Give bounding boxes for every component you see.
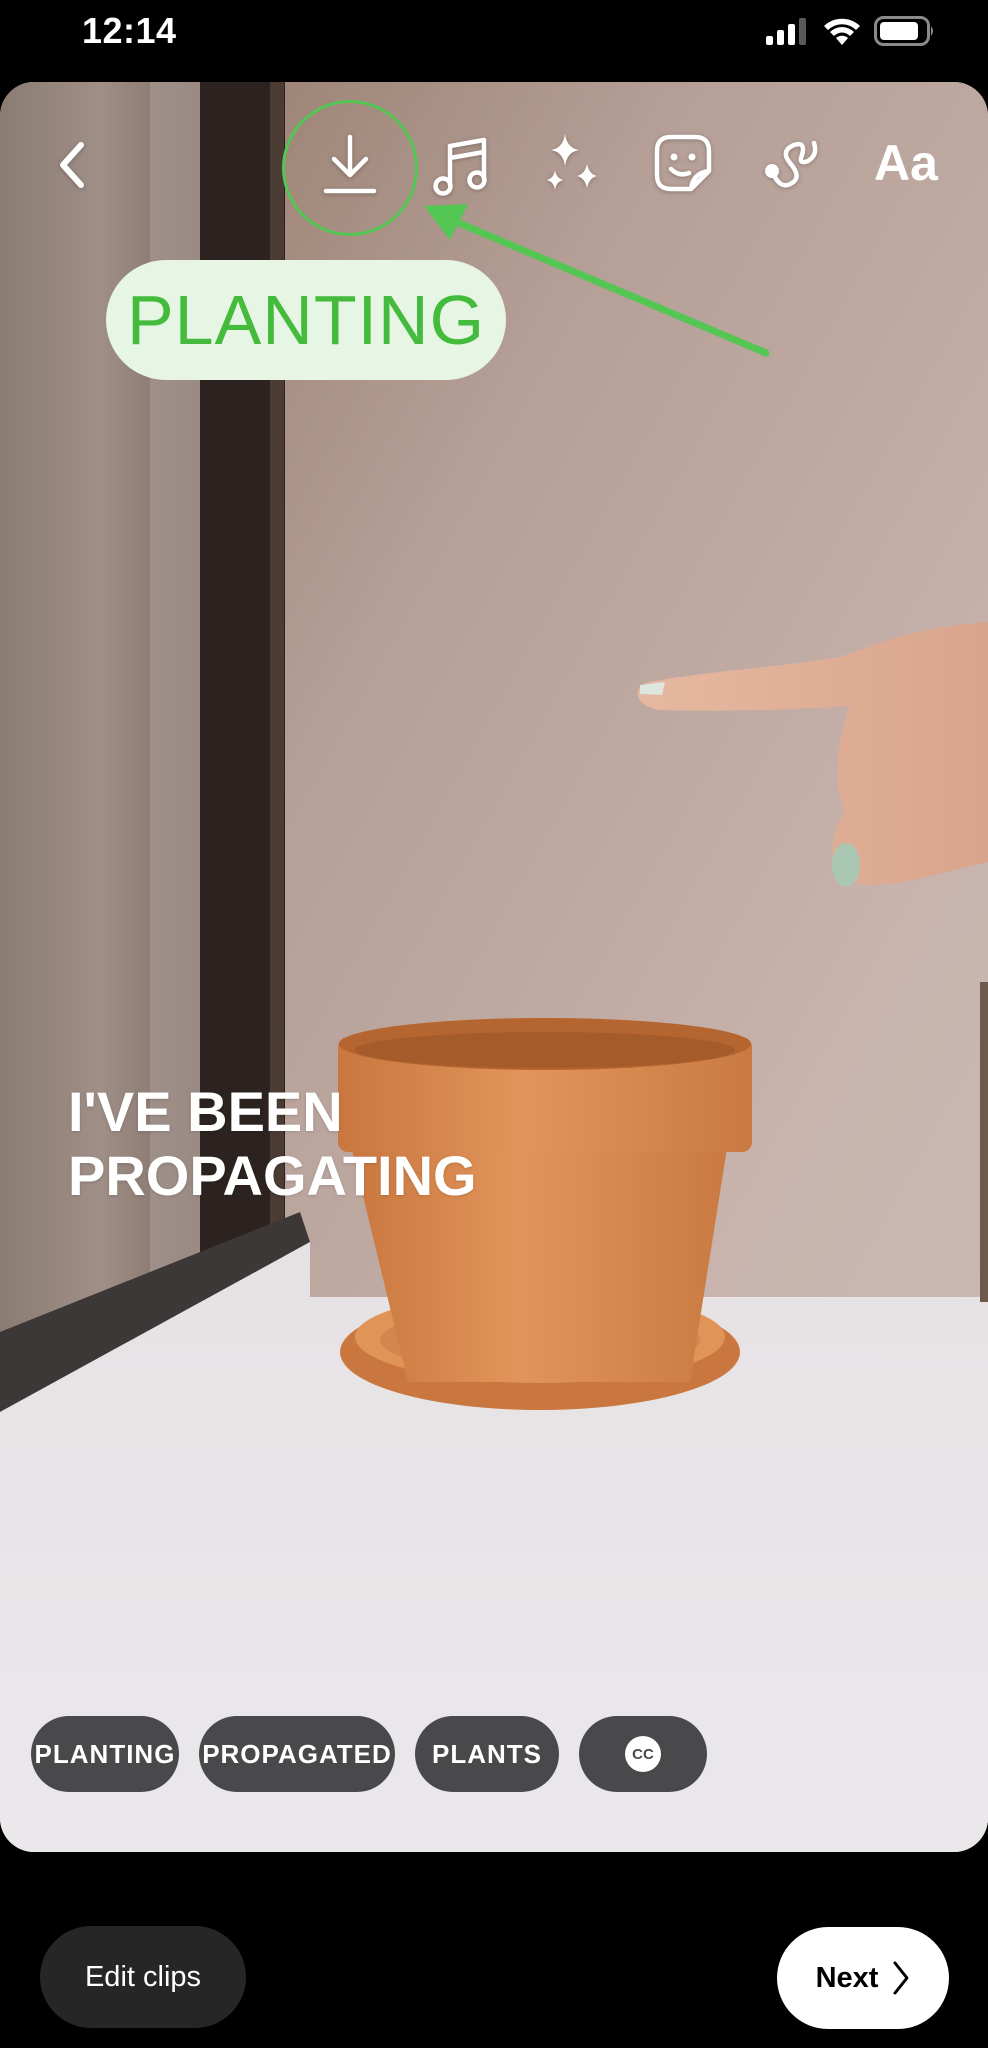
chip-plants[interactable]: PLANTS [415,1716,559,1792]
chip-closed-captions[interactable]: CC [579,1716,707,1792]
wifi-icon [824,18,860,45]
chip-propagated[interactable]: PROPAGATED [199,1716,395,1792]
chevron-right-icon [893,1961,909,1995]
closed-captions-icon: CC [625,1736,661,1772]
caption-chips: PLANTING PROPAGATED PLANTS CC [31,1716,707,1792]
status-time: 12:14 [82,10,177,51]
story-canvas[interactable]: Aa PLANTING I'VE BEEN PROPAGATING PLANTI… [0,82,988,1852]
next-label: Next [815,1961,879,1994]
overlay-text-line-1: I'VE BEEN [68,1080,343,1143]
status-bar: 12:14 [0,0,988,80]
chip-planting[interactable]: PLANTING [31,1716,179,1792]
next-button[interactable]: Next [777,1927,949,2029]
edit-clips-button[interactable]: Edit clips [40,1926,246,2028]
status-icons [764,16,936,46]
battery-icon [874,16,933,46]
story-text-overlay[interactable]: I'VE BEEN PROPAGATING [68,1080,477,1208]
overlay-text-line-2: PROPAGATING [68,1144,477,1207]
annotation-label: PLANTING [106,260,506,380]
cellular-signal-icon [766,18,806,45]
